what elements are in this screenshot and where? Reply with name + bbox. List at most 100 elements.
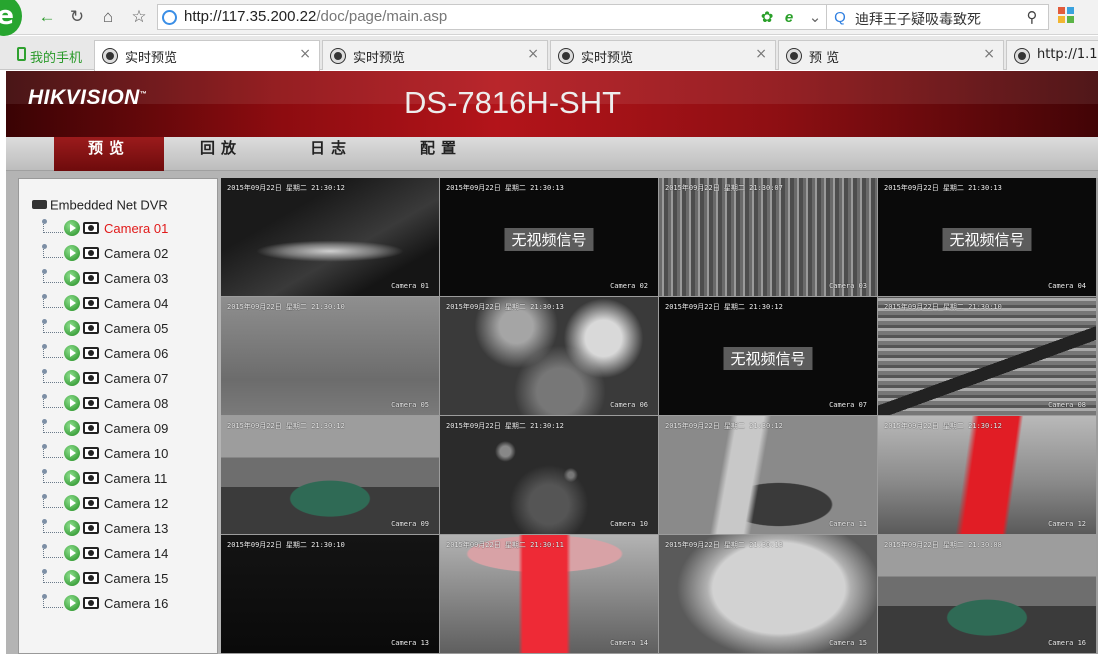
osd-camera-name: Camera 12 bbox=[1048, 520, 1086, 528]
camera-tree-item[interactable]: Camera 08 bbox=[42, 393, 213, 418]
play-icon[interactable] bbox=[64, 470, 80, 486]
camera-icon bbox=[83, 372, 99, 384]
tab-http[interactable]: http://1.18 bbox=[1006, 40, 1098, 70]
camera-icon bbox=[83, 597, 99, 609]
ie-mode-icon[interactable]: e bbox=[780, 9, 798, 27]
osd-timestamp: 2015年09月22日 星期二 21:30:12 bbox=[665, 422, 783, 430]
menu-playback[interactable]: 回放 bbox=[166, 137, 276, 171]
camera-tree-item[interactable]: Camera 02 bbox=[42, 243, 213, 268]
video-tile[interactable]: 2015年09月22日 星期二 21:30:13 Camera 06 bbox=[440, 297, 658, 415]
camera-tree-item[interactable]: Camera 11 bbox=[42, 468, 213, 493]
tab-live-preview-3[interactable]: 实时预览 × bbox=[550, 40, 776, 70]
video-tile[interactable]: 2015年09月22日 星期二 21:30:12 Camera 10 bbox=[440, 416, 658, 534]
play-icon[interactable] bbox=[64, 320, 80, 336]
url-text[interactable]: http://117.35.200.22/doc/page/main.asp bbox=[184, 8, 447, 25]
video-tile[interactable]: 2015年09月22日 星期二 21:30:12 Camera 12 bbox=[878, 416, 1096, 534]
search-input[interactable]: 迪拜王子疑吸毒致死 bbox=[855, 9, 981, 29]
tab-live-preview-1[interactable]: 实时预览 × bbox=[94, 40, 320, 71]
camera-tree-item[interactable]: Camera 04 bbox=[42, 293, 213, 318]
camera-icon bbox=[83, 322, 99, 334]
camera-tree-item[interactable]: Camera 12 bbox=[42, 493, 213, 518]
video-tile[interactable]: 2015年09月22日 星期二 21:30:10 Camera 13 bbox=[221, 535, 439, 653]
video-tile[interactable]: 2015年09月22日 星期二 21:30:13 无视频信号 Camera 02 bbox=[440, 178, 658, 296]
close-icon[interactable]: × bbox=[755, 46, 767, 62]
camera-tree-item[interactable]: Camera 01 bbox=[42, 218, 213, 243]
security-shield-icon[interactable]: ✿ bbox=[758, 9, 776, 27]
search-icon[interactable]: ⚲ bbox=[1023, 9, 1041, 27]
camera-tree-item[interactable]: Camera 05 bbox=[42, 318, 213, 343]
tab-title: 预 览 bbox=[809, 51, 840, 66]
menu-preview[interactable]: 预览 bbox=[54, 137, 164, 171]
play-icon[interactable] bbox=[64, 420, 80, 436]
video-tile[interactable]: 2015年09月22日 星期二 21:30:07 Camera 03 bbox=[659, 178, 877, 296]
osd-timestamp: 2015年09月22日 星期二 21:30:12 bbox=[227, 184, 345, 192]
back-arrow-icon[interactable]: ← bbox=[36, 6, 58, 28]
play-icon[interactable] bbox=[64, 245, 80, 261]
play-icon[interactable] bbox=[64, 270, 80, 286]
tree-connector-icon bbox=[42, 594, 63, 608]
tab-favicon-icon bbox=[103, 49, 117, 63]
video-feed bbox=[221, 178, 439, 296]
video-tile[interactable]: 2015年09月22日 星期二 21:30:10 Camera 05 bbox=[221, 297, 439, 415]
osd-camera-name: Camera 05 bbox=[391, 401, 429, 409]
tree-connector-icon bbox=[42, 244, 63, 258]
play-icon[interactable] bbox=[64, 395, 80, 411]
play-icon[interactable] bbox=[64, 345, 80, 361]
tree-root-dvr[interactable]: Embedded Net DVR bbox=[32, 196, 168, 214]
apps-grid-icon[interactable] bbox=[1058, 7, 1076, 25]
tab-favicon-icon bbox=[787, 49, 801, 63]
close-icon[interactable]: × bbox=[299, 46, 311, 62]
play-icon[interactable] bbox=[64, 220, 80, 236]
reload-icon[interactable]: ↻ bbox=[66, 6, 88, 28]
osd-camera-name: Camera 06 bbox=[610, 401, 648, 409]
camera-tree-item[interactable]: Camera 15 bbox=[42, 568, 213, 593]
close-icon[interactable]: × bbox=[527, 46, 539, 62]
play-icon[interactable] bbox=[64, 295, 80, 311]
video-tile[interactable]: 2015年09月22日 星期二 21:30:13 无视频信号 Camera 04 bbox=[878, 178, 1096, 296]
camera-tree-item[interactable]: Camera 07 bbox=[42, 368, 213, 393]
camera-tree-item[interactable]: Camera 03 bbox=[42, 268, 213, 293]
camera-tree-item[interactable]: Camera 09 bbox=[42, 418, 213, 443]
osd-camera-name: Camera 01 bbox=[391, 282, 429, 290]
video-tile[interactable]: 2015年09月22日 星期二 21:30:12 无视频信号 Camera 07 bbox=[659, 297, 877, 415]
play-icon[interactable] bbox=[64, 570, 80, 586]
video-feed bbox=[659, 535, 877, 653]
play-icon[interactable] bbox=[64, 370, 80, 386]
menu-log[interactable]: 日志 bbox=[276, 137, 386, 171]
play-icon[interactable] bbox=[64, 520, 80, 536]
video-tile[interactable]: 2015年09月22日 星期二 21:30:13 Camera 15 bbox=[659, 535, 877, 653]
video-tile[interactable]: 2015年09月22日 星期二 21:30:12 Camera 11 bbox=[659, 416, 877, 534]
phone-icon[interactable] bbox=[17, 47, 26, 61]
browser-logo-icon: e bbox=[0, 0, 22, 36]
tab-live-preview-2[interactable]: 实时预览 × bbox=[322, 40, 548, 70]
camera-list: Camera 01 Camera 02 Camera 03 Camera 04 Came… bbox=[42, 218, 213, 618]
video-tile[interactable]: 2015年09月22日 星期二 21:30:08 Camera 16 bbox=[878, 535, 1096, 653]
play-icon[interactable] bbox=[64, 545, 80, 561]
camera-tree-item[interactable]: Camera 06 bbox=[42, 343, 213, 368]
camera-label: Camera 16 bbox=[104, 596, 169, 611]
my-phone-link[interactable]: 我的手机 bbox=[30, 47, 82, 66]
home-icon[interactable]: ⌂ bbox=[97, 6, 119, 28]
camera-tree-item[interactable]: Camera 16 bbox=[42, 593, 213, 618]
url-dropdown-icon[interactable]: ⌄ bbox=[806, 9, 824, 27]
video-feed bbox=[878, 535, 1096, 653]
tab-preview[interactable]: 预 览 × bbox=[778, 40, 1004, 70]
camera-tree-item[interactable]: Camera 14 bbox=[42, 543, 213, 568]
bookmark-star-icon[interactable]: ☆ bbox=[128, 6, 150, 28]
close-icon[interactable]: × bbox=[983, 46, 995, 62]
video-tile[interactable]: 2015年09月22日 星期二 21:30:12 Camera 09 bbox=[221, 416, 439, 534]
tree-connector-icon bbox=[42, 494, 63, 508]
play-icon[interactable] bbox=[64, 595, 80, 611]
video-tile[interactable]: 2015年09月22日 星期二 21:30:11 Camera 14 bbox=[440, 535, 658, 653]
osd-timestamp: 2015年09月22日 星期二 21:30:12 bbox=[446, 422, 564, 430]
search-box[interactable]: Q 迪拜王子疑吸毒致死 ⚲ bbox=[826, 4, 1049, 30]
camera-icon bbox=[83, 422, 99, 434]
camera-tree-item[interactable]: Camera 10 bbox=[42, 443, 213, 468]
video-tile[interactable]: 2015年09月22日 星期二 21:30:10 Camera 08 bbox=[878, 297, 1096, 415]
video-tile[interactable]: 2015年09月22日 星期二 21:30:12 Camera 01 bbox=[221, 178, 439, 296]
camera-tree-item[interactable]: Camera 13 bbox=[42, 518, 213, 543]
menu-config[interactable]: 配置 bbox=[386, 137, 496, 171]
address-bar[interactable]: http://117.35.200.22/doc/page/main.asp ✿… bbox=[157, 4, 827, 30]
play-icon[interactable] bbox=[64, 445, 80, 461]
play-icon[interactable] bbox=[64, 495, 80, 511]
